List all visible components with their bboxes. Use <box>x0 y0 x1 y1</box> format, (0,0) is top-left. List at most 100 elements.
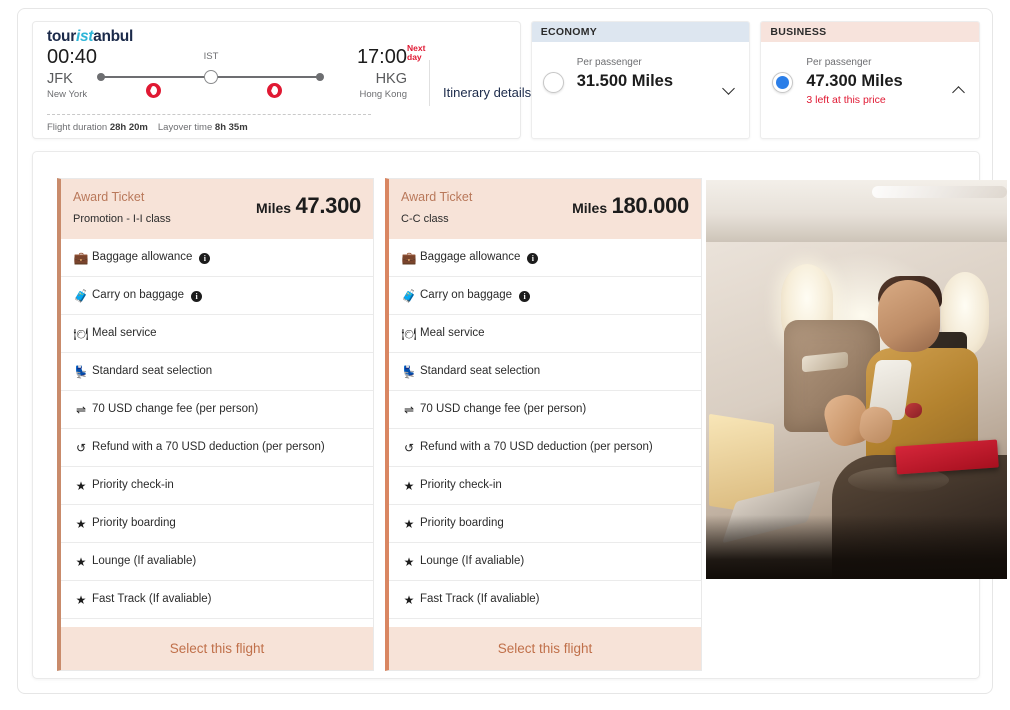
feature-text: Refund with a 70 USD deduction (per pers… <box>92 441 325 453</box>
feature-row: 💺 Standard seat selection <box>61 353 373 391</box>
feature-row: ↺ Refund with a 70 USD deduction (per per… <box>389 429 701 467</box>
star-icon: ★ <box>403 517 415 531</box>
feature-label: Baggage allowance i <box>420 249 539 265</box>
per-passenger-label: Per passenger <box>806 57 872 68</box>
feature-text: 70 USD change fee (per person) <box>92 403 259 415</box>
feature-text: Priority boarding <box>420 517 504 529</box>
change-fee-icon: ⇌ <box>75 403 87 417</box>
carryon-icon: 🧳 <box>73 289 89 303</box>
feature-row: ★ Priority check-in <box>389 467 701 505</box>
feature-text: Refund with a 70 USD deduction (per pers… <box>420 441 653 453</box>
fare-body: Per passenger 31.500 Miles <box>532 42 750 95</box>
next-day-line2: day <box>407 52 422 62</box>
feature-text: 70 USD change fee (per person) <box>420 403 587 415</box>
feature-row: ★ Lounge (If avaliable) <box>389 543 701 581</box>
ticket-price: Miles 180.000 <box>572 193 689 219</box>
ticket-miles-word: Miles <box>256 200 292 216</box>
feature-label: Standard seat selection <box>420 363 540 379</box>
refund-icon: ↺ <box>403 441 415 455</box>
divider <box>47 114 371 115</box>
select-this-flight-button[interactable]: Select this flight <box>389 627 701 670</box>
stopover-code: IST <box>203 51 219 62</box>
suitcase-icon: 💼 <box>73 251 89 265</box>
ticket-options-panel: Award Ticket Promotion - I-I class Miles 4… <box>32 151 1007 679</box>
fare-cabin-label: BUSINESS <box>761 22 979 42</box>
flight-duration-label: Flight duration <box>47 122 108 133</box>
feature-row: 💺 Standard seat selection <box>389 353 701 391</box>
star-icon: ★ <box>403 479 415 493</box>
feature-label: 70 USD change fee (per person) <box>92 401 258 417</box>
flight-duration-value: 28h 20m <box>109 122 148 133</box>
feature-label: Fast Track (If avaliable) <box>420 591 540 607</box>
ticket-card: Award Ticket Promotion - I-I class Miles 4… <box>57 178 374 671</box>
feature-text: Priority check-in <box>92 479 174 491</box>
carryon-icon: 🧳 <box>401 289 417 303</box>
meal-icon: 🍽 <box>73 327 89 341</box>
fare-cabin-label: ECONOMY <box>531 22 750 42</box>
feature-row: 🍽 Meal service <box>389 315 701 353</box>
feature-row: ★ Lounge (If avaliable) <box>61 543 373 581</box>
feature-text: Fast Track (If avaliable) <box>92 593 212 605</box>
seat-icon: 💺 <box>401 365 417 379</box>
feature-label: Standard seat selection <box>92 363 212 379</box>
star-icon: ★ <box>403 555 415 569</box>
feature-label: Meal service <box>420 325 485 341</box>
touristanbul-logo: touristanbul <box>47 28 133 46</box>
booking-page: touristanbul 00:40 JFK New York 17:00 Nex… <box>17 8 1007 694</box>
fare-option-business[interactable]: BUSINESS Per passenger 47.300 Miles 3 le… <box>760 21 980 139</box>
feature-label: Carry on baggage i <box>420 287 531 303</box>
info-icon[interactable]: i <box>519 291 531 302</box>
fare-radio-business[interactable] <box>772 72 794 93</box>
feature-label: Lounge (If avaliable) <box>420 553 524 569</box>
fare-miles-value: 47.300 Miles <box>806 72 903 90</box>
info-icon[interactable]: i <box>191 291 203 302</box>
fare-option-economy[interactable]: ECONOMY Per passenger 31.500 Miles <box>530 21 751 139</box>
select-this-flight-button[interactable]: Select this flight <box>61 627 373 670</box>
arrival-city: Hong Kong <box>359 89 407 100</box>
feature-row: ★ Priority check-in <box>61 467 373 505</box>
feature-text: Meal service <box>420 327 485 339</box>
info-icon[interactable]: i <box>527 253 539 264</box>
fare-body: Per passenger 47.300 Miles 3 left at thi… <box>761 42 979 108</box>
ticket-card: Award Ticket C-C class Miles 180.000 💼 Bagga… <box>385 178 702 671</box>
ticket-price: Miles 47.300 <box>256 193 361 219</box>
ticket-miles-word: Miles <box>572 200 608 216</box>
card-spacer <box>61 619 373 627</box>
itinerary-details-button[interactable]: Itinerary details <box>443 84 545 100</box>
feature-label: Priority check-in <box>92 477 174 493</box>
feature-row: ★ Fast Track (If avaliable) <box>61 581 373 619</box>
feature-label: Carry on baggage i <box>92 287 203 303</box>
feature-text: Fast Track (If avaliable) <box>420 593 540 605</box>
seat-icon: 💺 <box>73 365 89 379</box>
logo-part-2: ist <box>75 28 94 45</box>
feature-label: Priority boarding <box>92 515 176 531</box>
feature-row: ↺ Refund with a 70 USD deduction (per per… <box>61 429 373 467</box>
next-day-badge: Next day <box>407 44 431 62</box>
timeline-end-dot <box>316 73 324 81</box>
feature-text: Standard seat selection <box>420 365 541 377</box>
feature-row: 🧳 Carry on baggage i <box>61 277 373 315</box>
timeline-graphic: IST <box>97 51 324 99</box>
info-icon[interactable]: i <box>199 253 211 264</box>
layover-value: 8h 35m <box>214 122 248 133</box>
layover-label: Layover time <box>157 122 213 133</box>
feature-text: Baggage allowance <box>420 251 521 263</box>
feature-row: ★ Priority boarding <box>61 505 373 543</box>
feature-row: 💼 Baggage allowance i <box>389 239 701 277</box>
feature-text: Priority boarding <box>92 517 176 529</box>
feature-label: Refund with a 70 USD deduction (per pers… <box>420 439 653 455</box>
feature-label: Meal service <box>92 325 157 341</box>
star-icon: ★ <box>75 593 87 607</box>
star-icon: ★ <box>75 517 87 531</box>
card-spacer <box>389 619 701 627</box>
change-fee-icon: ⇌ <box>403 403 415 417</box>
feature-row: ⇌ 70 USD change fee (per person) <box>61 391 373 429</box>
timeline-start-dot <box>97 73 105 81</box>
arrival-code: HKG <box>375 71 407 87</box>
feature-label: Lounge (If avaliable) <box>92 553 196 569</box>
logo-part-1: tour <box>47 28 76 45</box>
fare-radio-economy[interactable] <box>542 72 564 93</box>
feature-label: Priority boarding <box>420 515 504 531</box>
feature-text: Meal service <box>92 327 157 339</box>
feature-text: Lounge (If avaliable) <box>420 555 525 567</box>
